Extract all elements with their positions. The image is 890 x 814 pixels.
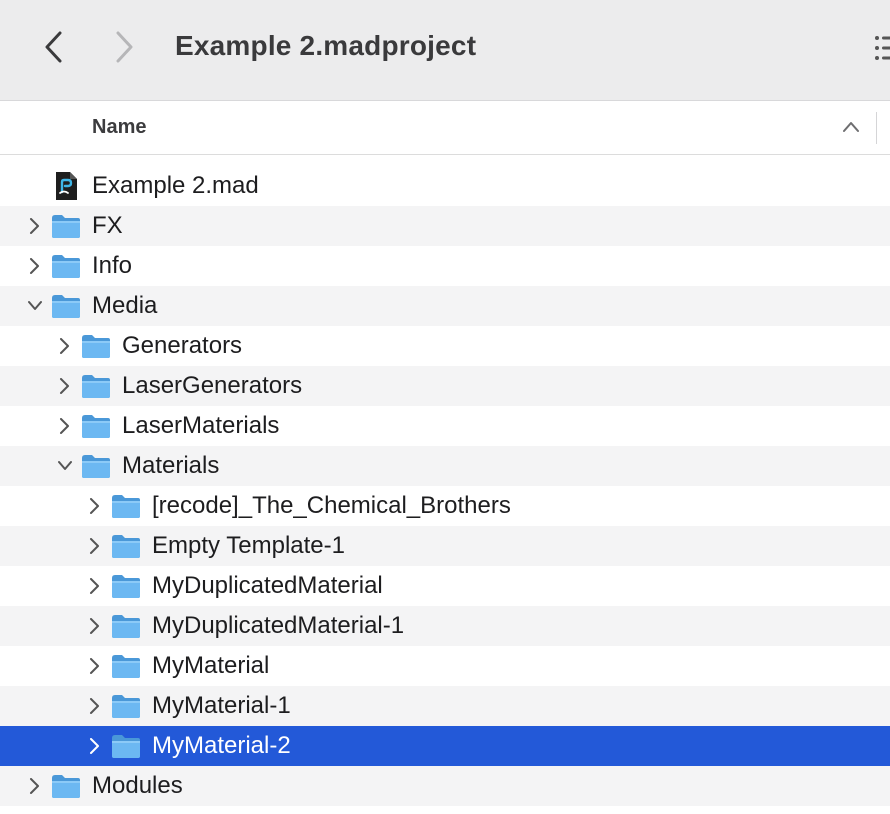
- back-button[interactable]: [38, 28, 68, 66]
- list-item-label: MyDuplicatedMaterial-1: [152, 612, 405, 639]
- list-item[interactable]: Media: [0, 286, 890, 326]
- list-item-label: MyMaterial-1: [152, 692, 291, 719]
- disclosure-collapsed-icon[interactable]: [88, 738, 102, 754]
- list-item-label: Media: [92, 292, 158, 319]
- list-item[interactable]: MyDuplicatedMaterial: [0, 566, 890, 606]
- folder-icon: [110, 732, 142, 760]
- disclosure-expanded-icon[interactable]: [58, 458, 72, 474]
- disclosure-collapsed-icon[interactable]: [58, 418, 72, 434]
- list-item-label: MyDuplicatedMaterial: [152, 572, 383, 599]
- folder-icon: [110, 652, 142, 680]
- disclosure-collapsed-icon[interactable]: [88, 538, 102, 554]
- disclosure-collapsed-icon[interactable]: [88, 698, 102, 714]
- list-item-label: Modules: [92, 772, 183, 799]
- folder-icon: [50, 292, 82, 320]
- list-item-label: LaserGenerators: [122, 372, 303, 399]
- list-item[interactable]: Info: [0, 246, 890, 286]
- list-item[interactable]: LaserMaterials: [0, 406, 890, 446]
- list-item[interactable]: MyDuplicatedMaterial-1: [0, 606, 890, 646]
- disclosure-collapsed-icon[interactable]: [28, 258, 42, 274]
- file-list: Example 2.mad FX Info Media Generators LaserG…: [0, 166, 890, 806]
- list-item[interactable]: Modules: [0, 766, 890, 806]
- list-item-label: MyMaterial: [152, 652, 270, 679]
- folder-icon: [80, 412, 112, 440]
- list-item[interactable]: Example 2.mad: [0, 166, 890, 206]
- list-item-label: [recode]_The_Chemical_Brothers: [152, 492, 511, 519]
- disclosure-collapsed-icon[interactable]: [88, 658, 102, 674]
- folder-icon: [50, 772, 82, 800]
- folder-icon: [110, 572, 142, 600]
- disclosure-collapsed-icon[interactable]: [58, 378, 72, 394]
- column-divider[interactable]: [876, 112, 877, 144]
- folder-icon: [110, 492, 142, 520]
- folder-icon: [110, 612, 142, 640]
- disclosure-collapsed-icon[interactable]: [58, 338, 72, 354]
- disclosure-collapsed-icon[interactable]: [88, 618, 102, 634]
- list-item[interactable]: [recode]_The_Chemical_Brothers: [0, 486, 890, 526]
- list-view-icon: [875, 36, 890, 60]
- list-item-label: Empty Template-1: [152, 532, 345, 559]
- list-item-selected[interactable]: MyMaterial-2: [0, 726, 890, 766]
- folder-icon: [50, 252, 82, 280]
- disclosure-collapsed-icon[interactable]: [88, 498, 102, 514]
- column-header: Name: [0, 101, 890, 155]
- madmapper-file-icon: [50, 170, 82, 200]
- forward-button[interactable]: [110, 28, 140, 66]
- list-item[interactable]: Generators: [0, 326, 890, 366]
- list-item[interactable]: MyMaterial-1: [0, 686, 890, 726]
- chevron-right-icon: [116, 31, 133, 63]
- toolbar: Example 2.madproject: [0, 0, 890, 101]
- list-item-label: FX: [92, 212, 123, 239]
- chevron-up-icon[interactable]: [842, 120, 860, 134]
- list-item[interactable]: Materials: [0, 446, 890, 486]
- list-item-label: MyMaterial-2: [152, 732, 291, 759]
- view-options-button[interactable]: [872, 34, 890, 64]
- list-item[interactable]: FX: [0, 206, 890, 246]
- folder-icon: [80, 372, 112, 400]
- list-item[interactable]: MyMaterial: [0, 646, 890, 686]
- disclosure-collapsed-icon[interactable]: [28, 218, 42, 234]
- list-item[interactable]: LaserGenerators: [0, 366, 890, 406]
- list-item-label: LaserMaterials: [122, 412, 280, 439]
- folder-icon: [80, 452, 112, 480]
- name-column-header[interactable]: Name: [92, 116, 146, 139]
- list-item-label: Materials: [122, 452, 220, 479]
- disclosure-collapsed-icon[interactable]: [88, 578, 102, 594]
- folder-icon: [80, 332, 112, 360]
- list-item-label: Generators: [122, 332, 243, 359]
- list-item[interactable]: Empty Template-1: [0, 526, 890, 566]
- folder-icon: [50, 212, 82, 240]
- folder-icon: [110, 692, 142, 720]
- list-item-label: Example 2.mad: [92, 172, 259, 199]
- folder-icon: [110, 532, 142, 560]
- disclosure-expanded-icon[interactable]: [28, 298, 42, 314]
- chevron-left-icon: [45, 31, 62, 63]
- window-title: Example 2.madproject: [175, 30, 477, 61]
- disclosure-collapsed-icon[interactable]: [28, 778, 42, 794]
- list-item-label: Info: [92, 252, 133, 279]
